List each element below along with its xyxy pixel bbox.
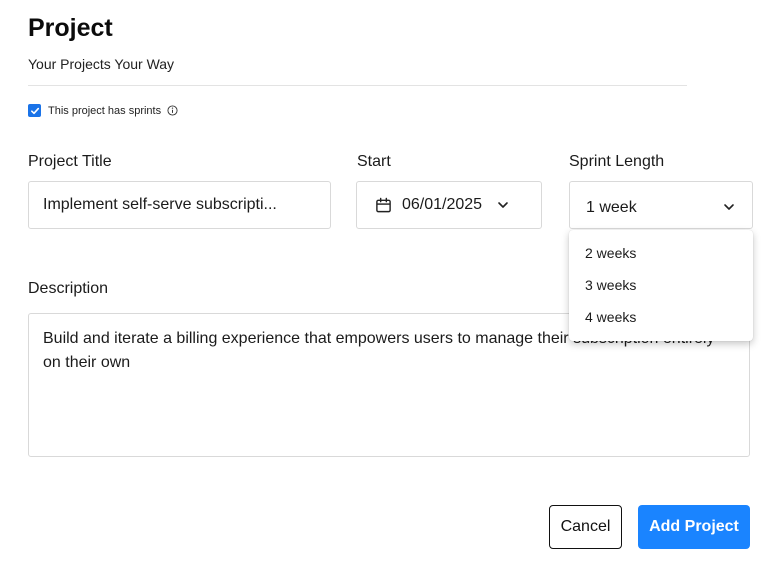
check-icon xyxy=(30,107,39,114)
sprint-length-label: Sprint Length xyxy=(569,153,665,170)
start-date-picker[interactable]: 06/01/2025 xyxy=(356,181,542,229)
start-label: Start xyxy=(357,153,391,170)
calendar-icon xyxy=(376,197,391,212)
description-label: Description xyxy=(28,280,109,297)
sprints-checkbox-label: This project has sprints xyxy=(48,104,162,117)
sprint-length-option[interactable]: 2 weeks xyxy=(569,240,753,272)
header-divider xyxy=(28,85,687,86)
sprints-checkbox-row[interactable]: This project has sprints xyxy=(28,104,178,117)
chevron-down-icon xyxy=(496,198,510,212)
project-title-input[interactable]: Implement self-serve subscripti... xyxy=(28,181,331,229)
page-title: Project xyxy=(28,14,113,42)
project-form: Project Your Projects Your Way This proj… xyxy=(0,0,773,577)
add-project-button[interactable]: Add Project xyxy=(638,505,750,549)
project-title-label: Project Title xyxy=(28,153,112,170)
cancel-button[interactable]: Cancel xyxy=(549,505,622,549)
page-subtitle: Your Projects Your Way xyxy=(28,56,175,72)
chevron-down-icon xyxy=(722,196,736,214)
sprints-checkbox[interactable] xyxy=(28,104,41,117)
info-icon[interactable] xyxy=(167,105,178,116)
sprint-length-select[interactable]: 1 week xyxy=(569,181,753,229)
sprint-length-value: 1 week xyxy=(586,199,637,216)
sprint-length-option[interactable]: 4 weeks xyxy=(569,304,753,336)
project-title-value: Implement self-serve subscripti... xyxy=(43,196,277,213)
sprint-length-dropdown: 2 weeks 3 weeks 4 weeks xyxy=(569,230,753,341)
start-date-value: 06/01/2025 xyxy=(402,196,483,213)
sprint-length-option[interactable]: 3 weeks xyxy=(569,272,753,304)
